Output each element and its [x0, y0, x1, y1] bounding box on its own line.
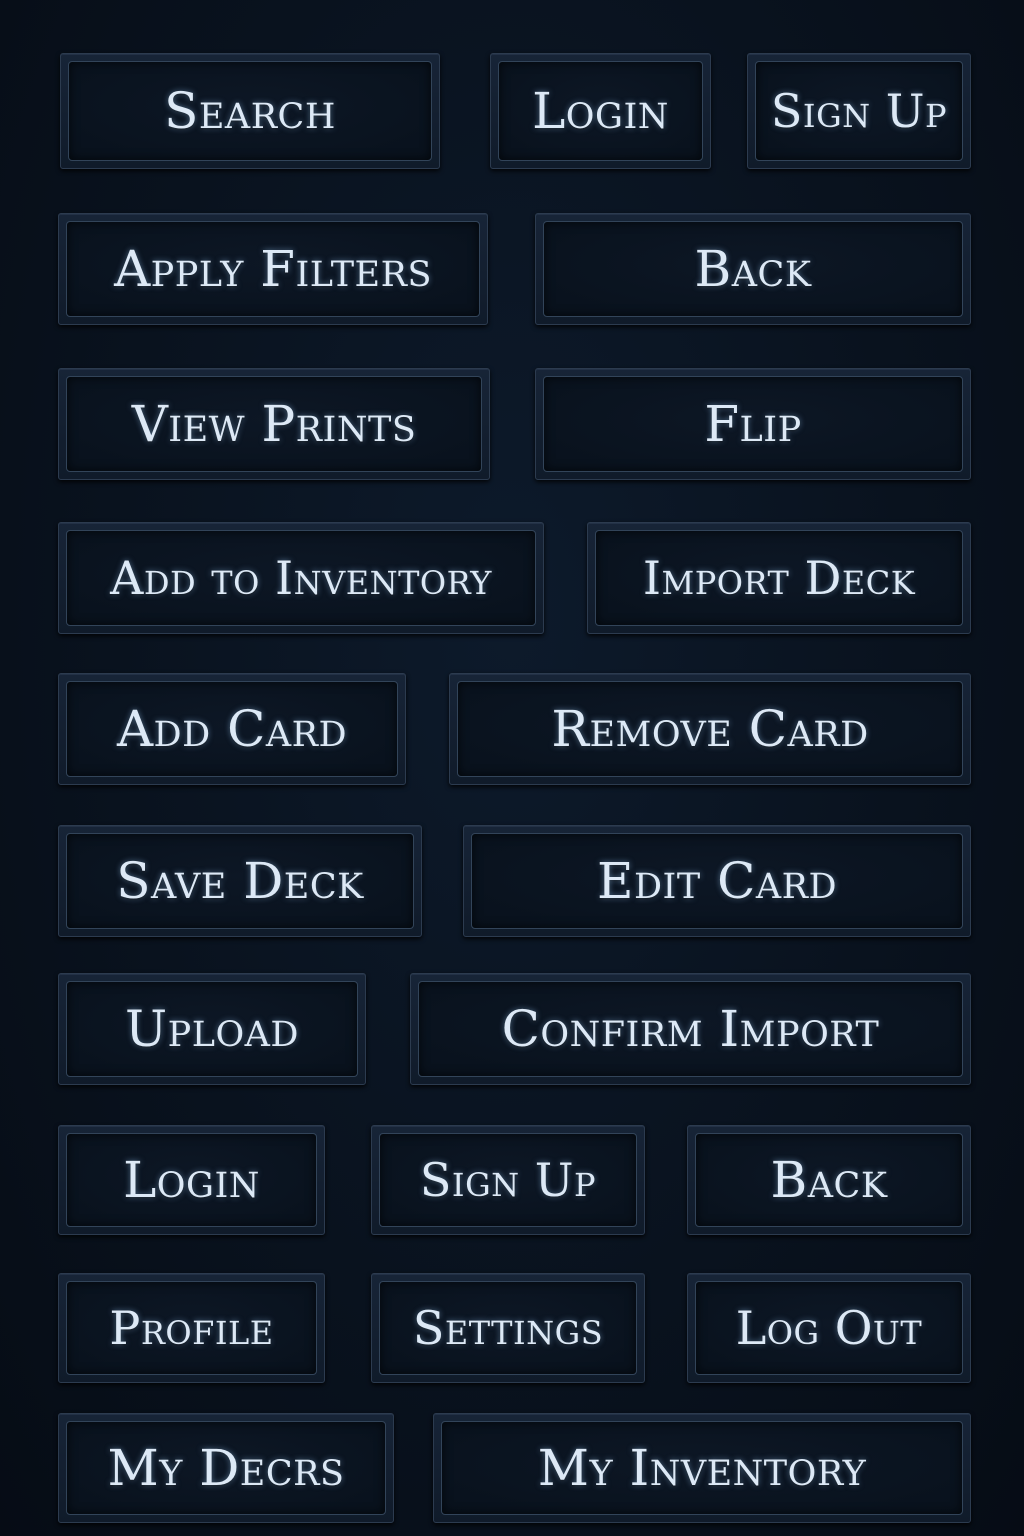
view-prints-button-face: View Prints [66, 376, 482, 472]
save-deck-button-label: Save Deck [116, 852, 364, 910]
my-inventory-button[interactable]: My Inventory [433, 1413, 971, 1523]
log-out-button[interactable]: Log Out [687, 1273, 971, 1383]
apply-filters-button[interactable]: Apply Filters [58, 213, 488, 325]
button-panel: Search Login Sign Up Apply Filters Back … [0, 0, 1024, 1536]
my-decks-button-face: My Decrs [66, 1421, 386, 1515]
back-button[interactable]: Back [535, 213, 971, 325]
my-decks-button-label: My Decrs [107, 1439, 345, 1497]
settings-button-label: Settings [412, 1301, 604, 1355]
add-to-inventory-button[interactable]: Add to Inventory [58, 522, 544, 634]
sign-up-button-face: Sign Up [755, 61, 963, 161]
flip-button-label: Flip [704, 395, 802, 453]
add-card-button-face: Add Card [66, 681, 398, 777]
login-button-label: Login [532, 82, 669, 140]
upload-button-label: Upload [125, 1000, 299, 1058]
import-deck-button-label: Import Deck [642, 551, 916, 605]
flip-button[interactable]: Flip [535, 368, 971, 480]
view-prints-button-label: View Prints [131, 395, 417, 453]
remove-card-button-label: Remove Card [551, 700, 869, 758]
log-out-button-face: Log Out [695, 1281, 963, 1375]
edit-card-button[interactable]: Edit Card [463, 825, 971, 937]
upload-button-face: Upload [66, 981, 358, 1077]
add-card-button-label: Add Card [116, 700, 348, 758]
login-button-face: Login [498, 61, 703, 161]
back-button-2-label: Back [770, 1151, 888, 1209]
sign-up-button-2[interactable]: Sign Up [371, 1125, 645, 1235]
sign-up-button-2-label: Sign Up [419, 1153, 597, 1207]
settings-button-face: Settings [379, 1281, 637, 1375]
back-button-face: Back [543, 221, 963, 317]
confirm-import-button-label: Confirm Import [501, 1000, 880, 1058]
remove-card-button[interactable]: Remove Card [449, 673, 971, 785]
sign-up-button[interactable]: Sign Up [747, 53, 971, 169]
save-deck-button[interactable]: Save Deck [58, 825, 422, 937]
flip-button-face: Flip [543, 376, 963, 472]
profile-button-face: Profile [66, 1281, 317, 1375]
save-deck-button-face: Save Deck [66, 833, 414, 929]
back-button-label: Back [694, 240, 812, 298]
view-prints-button[interactable]: View Prints [58, 368, 490, 480]
settings-button[interactable]: Settings [371, 1273, 645, 1383]
apply-filters-button-face: Apply Filters [66, 221, 480, 317]
remove-card-button-face: Remove Card [457, 681, 963, 777]
profile-button-label: Profile [109, 1301, 274, 1355]
login-button-2-label: Login [123, 1151, 260, 1209]
apply-filters-button-label: Apply Filters [114, 240, 432, 298]
edit-card-button-label: Edit Card [596, 852, 838, 910]
sign-up-button-2-face: Sign Up [379, 1133, 637, 1227]
search-button-face: Search [68, 61, 432, 161]
search-button-label: Search [164, 82, 336, 140]
confirm-import-button[interactable]: Confirm Import [410, 973, 971, 1085]
add-to-inventory-button-face: Add to Inventory [66, 530, 536, 626]
back-button-2[interactable]: Back [687, 1125, 971, 1235]
my-inventory-button-label: My Inventory [537, 1439, 867, 1497]
my-decks-button[interactable]: My Decrs [58, 1413, 394, 1523]
my-inventory-button-face: My Inventory [441, 1421, 963, 1515]
edit-card-button-face: Edit Card [471, 833, 963, 929]
login-button[interactable]: Login [490, 53, 711, 169]
login-button-2[interactable]: Login [58, 1125, 325, 1235]
search-button[interactable]: Search [60, 53, 440, 169]
import-deck-button-face: Import Deck [595, 530, 963, 626]
import-deck-button[interactable]: Import Deck [587, 522, 971, 634]
confirm-import-button-face: Confirm Import [418, 981, 963, 1077]
log-out-button-label: Log Out [735, 1301, 923, 1355]
add-card-button[interactable]: Add Card [58, 673, 406, 785]
upload-button[interactable]: Upload [58, 973, 366, 1085]
sign-up-button-label: Sign Up [770, 84, 948, 138]
login-button-2-face: Login [66, 1133, 317, 1227]
add-to-inventory-button-label: Add to Inventory [110, 551, 492, 605]
back-button-2-face: Back [695, 1133, 963, 1227]
profile-button[interactable]: Profile [58, 1273, 325, 1383]
